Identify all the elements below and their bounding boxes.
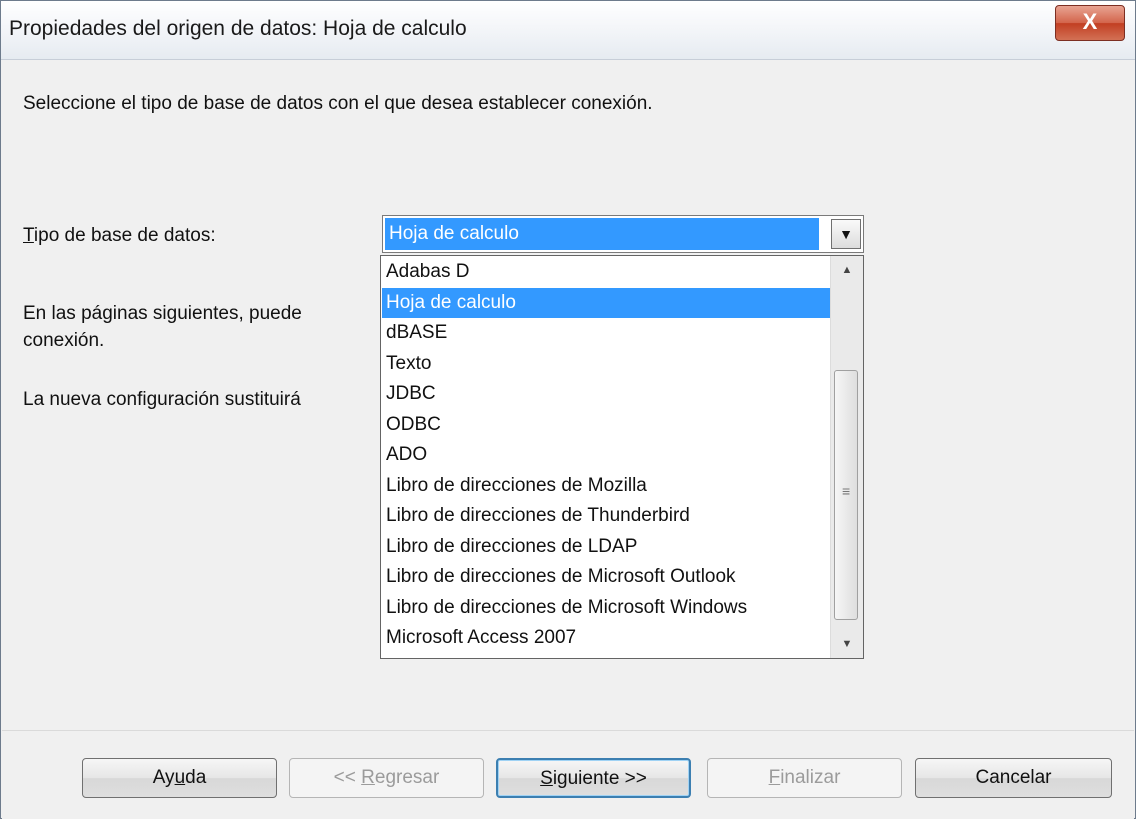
info-text-line2: conexión. [23,330,105,351]
scroll-down-icon[interactable]: ▼ [831,630,863,658]
help-button-label: Ayuda [152,767,207,788]
back-button-label: << Regresar [333,767,440,788]
info-text-line1: En las páginas siguientes, puede [23,303,302,324]
cancel-button[interactable]: Cancelar [915,758,1112,798]
close-button[interactable]: X [1055,5,1125,41]
title-bar[interactable]: Propiedades del origen de datos: Hoja de… [1,1,1135,60]
dropdown-option[interactable]: Adabas D [382,257,830,288]
window-title: Propiedades del origen de datos: Hoja de… [9,17,467,40]
database-type-label: Tipo de base de datos: [23,225,216,247]
dialog-content: Seleccione el tipo de base de datos con … [2,60,1134,819]
next-button[interactable]: Siguiente >> [496,758,691,798]
database-type-combobox[interactable]: Hoja de calculo ▼ [382,215,864,253]
dropdown-option[interactable]: ODBC [382,410,830,441]
database-type-mnemonic: T [23,225,34,246]
back-button[interactable]: << Regresar [289,758,484,798]
replace-warning-text: La nueva configuración sustituirá [23,389,301,410]
dropdown-option[interactable]: JDBC [382,379,830,410]
database-type-dropdown-list[interactable]: Adabas D Hoja de calculo dBASE Texto JDBC ODB… [380,255,864,659]
dropdown-option[interactable]: Microsoft Access 2007 [382,623,830,654]
scrollbar-thumb[interactable]: ≡ [834,370,858,620]
database-type-selected[interactable]: Hoja de calculo [385,218,819,250]
chevron-down-icon[interactable]: ▼ [831,219,861,249]
dropdown-option[interactable]: Libro de direcciones de Microsoft Outloo… [382,562,830,593]
dropdown-scrollbar[interactable]: ▲ ≡ ▼ [830,256,863,658]
dropdown-option[interactable]: Libro de direcciones de LDAP [382,532,830,563]
dropdown-option[interactable]: dBASE [382,318,830,349]
dropdown-option[interactable]: Libro de direcciones de Thunderbird [382,501,830,532]
next-button-label: Siguiente >> [540,768,647,789]
dropdown-option[interactable]: Libro de direcciones de Microsoft Window… [382,593,830,624]
scroll-up-icon[interactable]: ▲ [831,256,863,284]
dropdown-option[interactable]: Texto [382,349,830,380]
instruction-text: Seleccione el tipo de base de datos con … [23,93,653,114]
grip-icon: ≡ [842,483,851,499]
dropdown-options: Adabas D Hoja de calculo dBASE Texto JDBC ODB… [382,257,830,654]
dropdown-option[interactable]: ADO [382,440,830,471]
dropdown-option[interactable]: Hoja de calculo [382,287,830,318]
button-bar: Ayuda << Regresar Siguiente >> Finalizar… [2,730,1134,819]
help-button[interactable]: Ayuda [82,758,277,798]
close-icon: X [1082,9,1098,34]
cancel-button-label: Cancelar [975,767,1052,788]
dropdown-option[interactable]: Libro de direcciones de Mozilla [382,471,830,502]
finish-button-label: Finalizar [768,767,841,788]
dialog-window: Propiedades del origen de datos: Hoja de… [0,0,1136,819]
finish-button[interactable]: Finalizar [707,758,902,798]
database-type-label-rest: ipo de base de datos: [33,225,216,246]
